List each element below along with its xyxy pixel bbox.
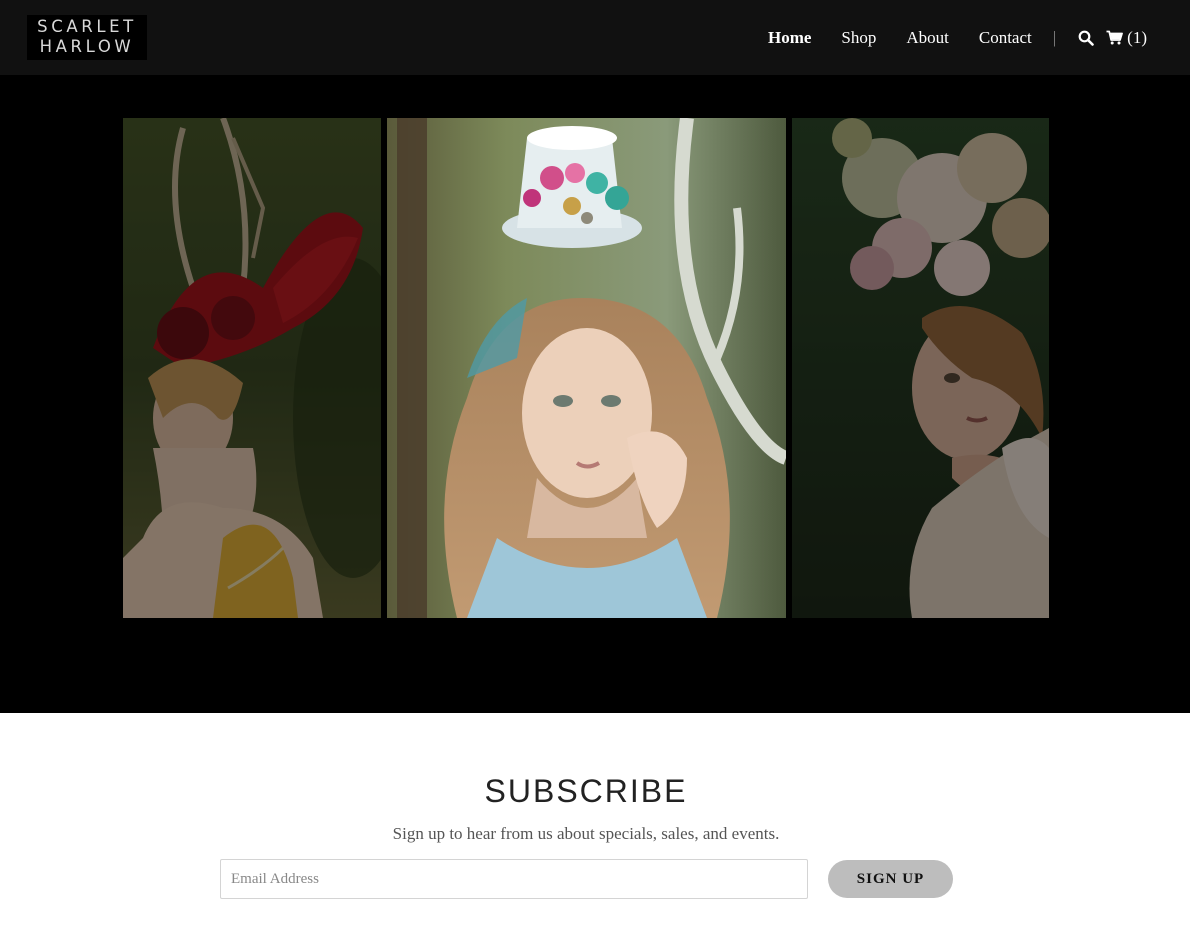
nav-divider: |: [1052, 27, 1057, 47]
cart-button[interactable]: (1): [1106, 28, 1147, 48]
main-nav: Home Shop About Contact | (1): [768, 0, 1147, 75]
site-header: SCARLET HARLOW Home Shop About Contact |…: [0, 0, 1190, 75]
search-icon: [1078, 30, 1094, 46]
email-input[interactable]: [220, 859, 808, 899]
nav-about-link[interactable]: About: [906, 28, 949, 48]
slide-right[interactable]: [792, 118, 1049, 618]
slide-dim-overlay: [792, 118, 1049, 618]
sign-up-button[interactable]: SIGN UP: [828, 860, 953, 898]
brand-logo[interactable]: SCARLET HARLOW: [27, 15, 147, 60]
slide-center[interactable]: [387, 118, 786, 618]
slide-left[interactable]: [123, 118, 381, 618]
subscribe-description: Sign up to hear from us about specials, …: [392, 824, 780, 843]
brand-logo-line2: HARLOW: [39, 37, 135, 56]
subscribe-title: SUBSCRIBE: [484, 773, 688, 809]
brand-logo-line1: SCARLET: [37, 17, 137, 36]
cart-count: (1): [1127, 27, 1147, 47]
hero-slideshow: [0, 75, 1190, 713]
cart-icon: [1106, 30, 1124, 45]
nav-home-link[interactable]: Home: [768, 28, 811, 48]
nav-contact-link[interactable]: Contact: [979, 28, 1032, 48]
nav-shop-link[interactable]: Shop: [841, 28, 876, 48]
search-button[interactable]: [1077, 29, 1095, 47]
slide-dim-overlay: [123, 118, 381, 618]
floral-mini-top-hat-photo: [387, 118, 786, 618]
